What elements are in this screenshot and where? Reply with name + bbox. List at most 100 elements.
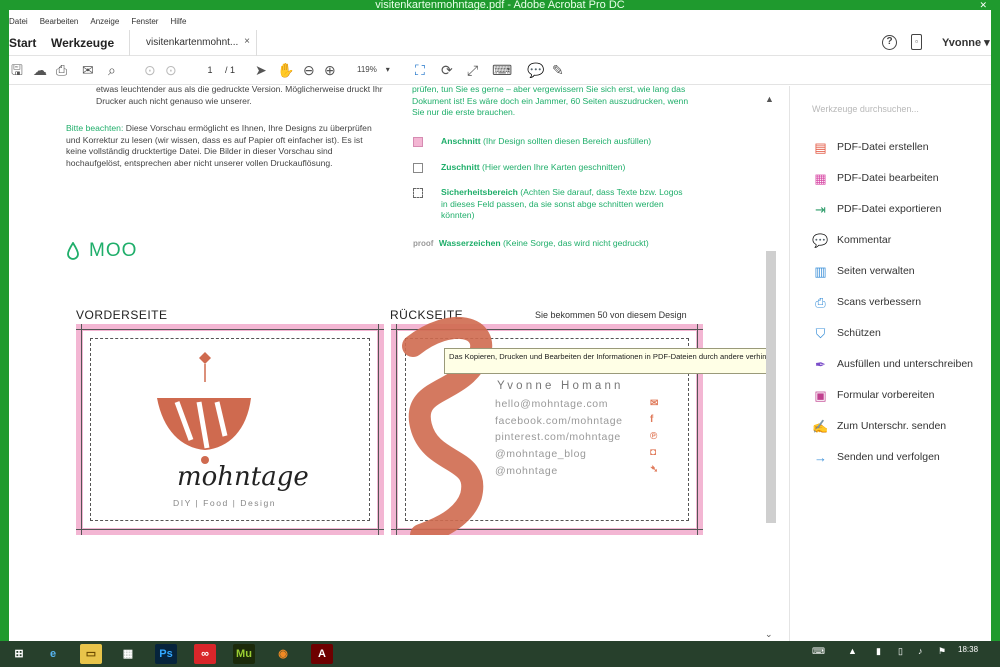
windows-taskbar: ⊞ e ▭ ▦ Ps ∞ Mu ◉ A ⌨ ▲ ▮ ▯ ♪ ⚑ 18:38 — [0, 641, 1000, 667]
user-menu[interactable]: Yvonne ▾ — [942, 36, 990, 49]
legend-trim: Zuschnitt (Hier werden Ihre Karten gesch… — [413, 162, 693, 174]
firefox-icon[interactable]: ◉ — [272, 644, 294, 664]
title-bar: visitenkartenmohntage.pdf - Adobe Acroba… — [9, 0, 991, 11]
back-card-twitter: @mohntage — [495, 465, 558, 477]
scrollbar-thumb[interactable] — [766, 251, 776, 523]
zoom-level: 119% — [357, 65, 377, 74]
windows-start-icon[interactable]: ⊞ — [8, 644, 30, 664]
brand-bowl-graphic — [157, 352, 251, 464]
tool-label: Scans verbessern — [837, 296, 922, 308]
user-name: Yvonne — [942, 37, 982, 49]
tool-comment[interactable]: 💬 Kommentar — [812, 230, 891, 250]
fit-page-icon[interactable]: ⛶ — [415, 61, 425, 79]
window-close-icon[interactable]: ✕ — [979, 0, 987, 10]
tab-document[interactable]: visitenkartenmohnt... × — [129, 30, 257, 56]
creative-cloud-icon[interactable]: ∞ — [194, 644, 216, 664]
cloud-upload-icon[interactable]: ☁ — [33, 61, 47, 79]
page-down-icon[interactable]: ⊙ — [165, 61, 177, 79]
comment-bubble-icon: 💬 — [812, 232, 829, 248]
hand-tool-icon[interactable]: ✋ — [277, 61, 294, 79]
scanner-icon: ⎙ — [815, 294, 826, 310]
tool-fill-sign[interactable]: ✒ Ausfüllen und unterschreiben — [812, 354, 973, 374]
menu-anzeige[interactable]: Anzeige — [90, 14, 119, 30]
legend-watermark-term: Wasserzeichen — [438, 238, 501, 248]
internet-explorer-icon[interactable]: e — [42, 644, 64, 664]
organize-pages-icon: ▥ — [814, 263, 827, 279]
volume-icon[interactable]: ♪ — [918, 646, 923, 656]
full-screen-icon[interactable]: ⤢ — [467, 61, 478, 79]
battery-icon[interactable]: ▯ — [898, 646, 903, 657]
acrobat-window: visitenkartenmohntage.pdf - Adobe Acroba… — [9, 0, 991, 641]
back-card-pinterest: pinterest.com/mohntage — [495, 431, 621, 443]
pen-icon[interactable]: ✎ — [552, 61, 564, 79]
zoom-level-select[interactable]: 119% ▾ — [357, 62, 405, 78]
legend-bleed-desc: (Ihr Design sollten diesen Bereich ausfü… — [480, 136, 652, 146]
menu-datei[interactable]: Datei — [9, 14, 28, 30]
tool-edit-pdf[interactable]: ▦ PDF-Datei bearbeiten — [812, 168, 939, 188]
tray-arrow-icon[interactable]: ▲ — [848, 646, 857, 656]
tool-label: Seiten verwalten — [837, 265, 915, 277]
mobile-link-icon[interactable]: ▫ — [911, 34, 922, 50]
tool-prepare-form[interactable]: ▣ Formular vorbereiten — [812, 385, 934, 405]
page-up-icon[interactable]: ⊙ — [144, 61, 156, 79]
network-icon[interactable]: ▮ — [876, 646, 881, 657]
safety-swatch — [413, 188, 423, 198]
save-icon[interactable]: 🖫 — [11, 61, 23, 79]
instagram-icon: ◘ — [650, 447, 657, 458]
trim-swatch — [413, 163, 423, 173]
tab-tools[interactable]: Werkzeuge — [51, 36, 114, 50]
right-paragraph: prüfen, tun Sie es gerne – aber vergewis… — [412, 86, 689, 118]
legend-safety: Sicherheitsbereich (Achten Sie darauf, d… — [413, 187, 691, 222]
tool-organize-pages[interactable]: ▥ Seiten verwalten — [812, 261, 915, 281]
tab-start[interactable]: Start — [9, 36, 36, 50]
tool-label: Schützen — [837, 327, 881, 339]
keyboard-icon[interactable]: ⌨ — [812, 646, 825, 657]
vertical-scrollbar[interactable]: ▲ ⌄ — [764, 86, 776, 641]
file-explorer-icon[interactable]: ▭ — [80, 644, 102, 664]
read-mode-icon[interactable]: ⌨ — [492, 61, 512, 79]
export-pdf-icon: ⇥ — [815, 201, 826, 217]
print-icon[interactable]: ⎙ — [56, 61, 67, 79]
create-pdf-icon: ▤ — [814, 139, 827, 155]
acrobat-icon[interactable]: A — [311, 644, 333, 664]
tool-send-for-signature[interactable]: ✍ Zum Unterschr. senden — [812, 416, 946, 436]
photoshop-icon[interactable]: Ps — [155, 644, 177, 664]
moo-drop-icon — [67, 242, 79, 260]
front-cutline-left — [81, 324, 82, 535]
menu-hilfe[interactable]: Hilfe — [170, 14, 186, 30]
help-icon[interactable]: ? — [882, 35, 897, 50]
rotate-icon[interactable]: ⟳ — [441, 61, 453, 79]
shield-icon: ⛉ — [815, 325, 826, 341]
taskbar-clock[interactable]: 18:38 — [958, 645, 978, 654]
tool-label: PDF-Datei bearbeiten — [837, 172, 939, 184]
page-number-input[interactable]: 1 — [195, 62, 225, 78]
search-icon[interactable]: ⌕ — [108, 61, 116, 79]
menu-bearbeiten[interactable]: Bearbeiten — [40, 14, 79, 30]
tool-export-pdf[interactable]: ⇥ PDF-Datei exportieren — [812, 199, 941, 219]
scroll-up-icon[interactable]: ▲ — [765, 94, 774, 104]
tools-search-input[interactable]: Werkzeuge durchsuchen... — [812, 104, 919, 114]
flag-icon[interactable]: ⚑ — [938, 646, 946, 657]
zoom-in-icon[interactable]: ⊕ — [324, 61, 336, 79]
tool-send-track[interactable]: → Senden und verfolgen — [812, 447, 940, 467]
menu-fenster[interactable]: Fenster — [131, 14, 158, 30]
select-arrow-icon[interactable]: ➤ — [255, 61, 267, 79]
tool-create-pdf[interactable]: ▤ PDF-Datei erstellen — [812, 137, 928, 157]
tool-label: Ausfüllen und unterschreiben — [837, 358, 974, 370]
zoom-out-icon[interactable]: ⊖ — [303, 61, 315, 79]
scroll-down-icon[interactable]: ⌄ — [765, 629, 773, 640]
tool-protect[interactable]: ⛉ Schützen — [812, 323, 881, 343]
document-view[interactable]: etwas leuchtender aus als die gedruckte … — [9, 86, 774, 641]
back-card-facebook: facebook.com/mohntage — [495, 415, 623, 427]
tool-enhance-scans[interactable]: ⎙ Scans verbessern — [812, 292, 921, 312]
mail-icon[interactable]: ✉ — [82, 61, 94, 79]
store-icon[interactable]: ▦ — [117, 644, 139, 664]
tab-close-icon[interactable]: × — [244, 36, 250, 47]
legend-trim-term: Zuschnitt — [441, 162, 480, 172]
bleed-swatch — [413, 137, 423, 147]
email-icon: ✉ — [650, 398, 659, 409]
muse-icon[interactable]: Mu — [233, 644, 255, 664]
toolbar: 🖫 ☁ ⎙ ✉ ⌕ ⊙ ⊙ 1 / 1 ➤ ✋ ⊖ ⊕ 119% ▾ ⛶ ⟳ ⤢… — [9, 57, 991, 85]
comment-icon[interactable]: 💬 — [527, 61, 544, 79]
front-label: VORDERSEITE — [76, 308, 168, 322]
